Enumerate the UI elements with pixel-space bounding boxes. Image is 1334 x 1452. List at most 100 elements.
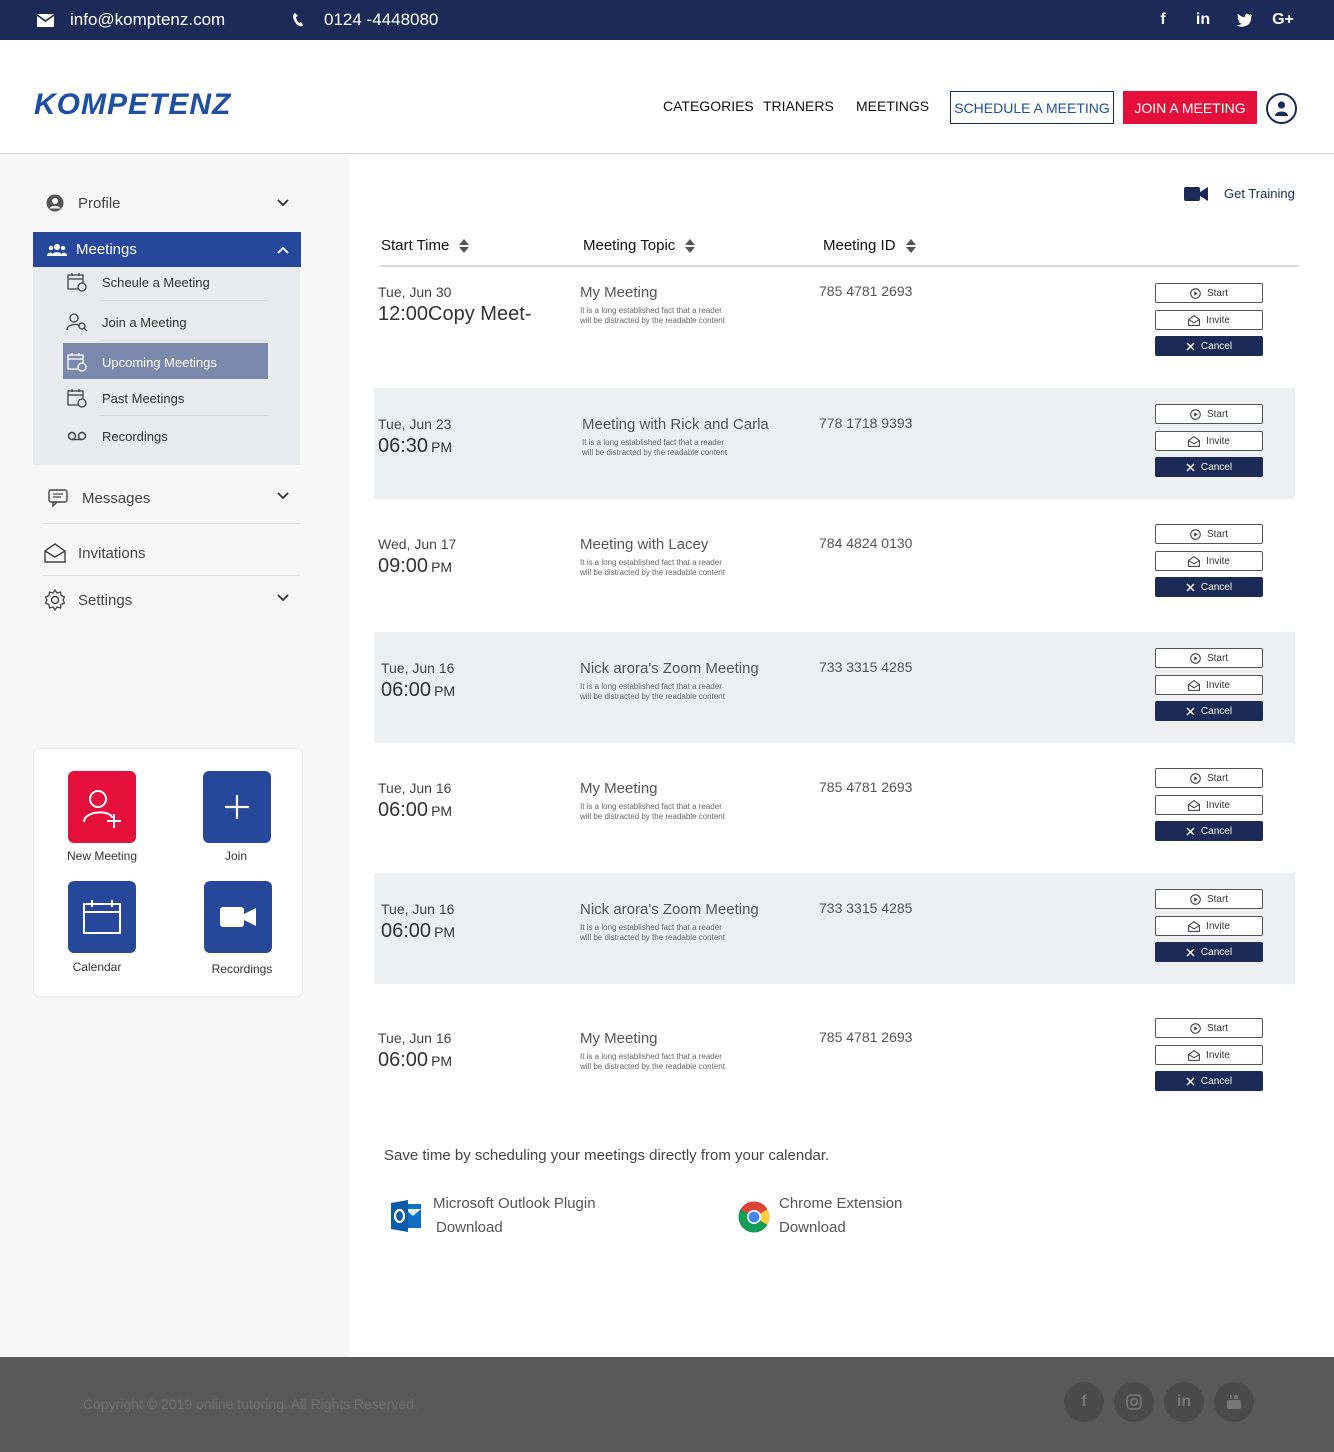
contact-email[interactable]: info@komptenz.com (36, 0, 225, 40)
start-button[interactable]: Start (1155, 889, 1263, 909)
column-header-meeting-id[interactable]: Meeting ID (823, 237, 916, 254)
mail-icon (36, 11, 54, 29)
nav-trainers[interactable]: TRIANERS (763, 98, 834, 114)
column-header-start-time[interactable]: Start Time (381, 237, 470, 254)
linkedin-icon[interactable]: in (1164, 1382, 1204, 1422)
join-label: Join (224, 849, 247, 863)
sidebar-divider (43, 575, 300, 576)
submenu-join-meeting[interactable]: Join a Meeting (66, 311, 187, 333)
calendar-tile[interactable] (68, 881, 136, 953)
sidebar-item-profile[interactable]: Profile (44, 192, 121, 214)
sort-icon[interactable] (459, 238, 470, 253)
cancel-button[interactable]: Cancel (1155, 577, 1263, 597)
cancel-button[interactable]: Cancel (1155, 457, 1263, 477)
start-button[interactable]: Start (1155, 768, 1263, 788)
youtube-icon[interactable] (1214, 1382, 1254, 1422)
google-plus-icon[interactable]: G+ (1272, 9, 1294, 31)
phone-icon (290, 11, 308, 29)
site-logo[interactable]: KOMPETENZ (34, 88, 231, 122)
new-meeting-tile[interactable] (68, 771, 136, 843)
close-icon (1186, 342, 1195, 351)
chrome-download-link[interactable]: Download (779, 1216, 902, 1240)
get-training-link[interactable]: Get Training (1184, 186, 1295, 201)
meeting-topic[interactable]: Meeting with Lacey (580, 536, 708, 553)
invite-button-label: Invite (1206, 555, 1230, 567)
join-meeting-button[interactable]: JOIN A MEETING (1123, 91, 1257, 124)
envelope-open-icon (44, 542, 66, 564)
chevron-up-icon[interactable] (276, 243, 290, 257)
meeting-time-meridiem: PM (434, 924, 456, 940)
facebook-icon[interactable]: f (1064, 1382, 1104, 1422)
nav-categories[interactable]: CATEGORIES (663, 98, 754, 114)
invite-button[interactable]: Invite (1155, 795, 1263, 815)
linkedin-icon[interactable]: in (1192, 9, 1214, 31)
submenu-label: Scheule a Meeting (102, 274, 210, 290)
chevron-down-icon[interactable] (276, 196, 290, 210)
meeting-topic[interactable]: My Meeting (580, 1030, 658, 1047)
meeting-topic[interactable]: My Meeting (580, 780, 658, 797)
sort-icon[interactable] (685, 238, 696, 253)
cancel-button[interactable]: Cancel (1155, 701, 1263, 721)
invite-button[interactable]: Invite (1155, 1045, 1263, 1065)
calendar-clock-icon (66, 387, 88, 409)
sidebar-divider (43, 523, 300, 524)
cancel-button[interactable]: Cancel (1155, 336, 1263, 356)
start-button[interactable]: Start (1155, 524, 1263, 544)
sidebar-item-meetings[interactable]: Meetings (33, 232, 301, 267)
contact-phone[interactable]: 0124 -4448080 (290, 0, 438, 40)
outlook-download-link[interactable]: Download (436, 1216, 596, 1240)
user-account-icon[interactable] (1266, 93, 1297, 124)
sidebar-item-invitations[interactable]: Invitations (44, 542, 146, 564)
cancel-button[interactable]: Cancel (1155, 821, 1263, 841)
start-button[interactable]: Start (1155, 283, 1263, 303)
meeting-topic[interactable]: Nick arora's Zoom Meeting (580, 660, 759, 677)
meeting-time: 06:00 PM (381, 920, 455, 943)
column-header-topic[interactable]: Meeting Topic (583, 237, 696, 254)
meeting-date: Tue, Jun 16 (381, 660, 455, 676)
chevron-down-icon[interactable] (276, 591, 290, 605)
envelope-icon (1188, 314, 1200, 326)
sidebar-item-messages[interactable]: Messages (48, 487, 150, 509)
description-line: It is a long established fact that a rea… (580, 923, 722, 932)
gear-icon (44, 589, 66, 611)
add-user-icon (83, 790, 121, 828)
start-button[interactable]: Start (1155, 404, 1263, 424)
invite-button-label: Invite (1206, 799, 1230, 811)
invite-button[interactable]: Invite (1155, 310, 1263, 330)
invite-button[interactable]: Invite (1155, 675, 1263, 695)
chrome-icon[interactable] (738, 1201, 770, 1233)
invite-button[interactable]: Invite (1155, 916, 1263, 936)
close-icon (1186, 707, 1195, 716)
meeting-topic[interactable]: Meeting with Rick and Carla (582, 416, 769, 433)
envelope-icon (1188, 435, 1200, 447)
join-tile[interactable] (203, 771, 271, 843)
meeting-topic[interactable]: Nick arora's Zoom Meeting (580, 901, 759, 918)
close-icon (1186, 463, 1195, 472)
invite-button[interactable]: Invite (1155, 431, 1263, 451)
recordings-tile[interactable] (204, 881, 272, 953)
schedule-meeting-button[interactable]: SCHEDULE A MEETING (950, 91, 1114, 124)
outlook-icon[interactable] (391, 1199, 423, 1233)
meeting-topic[interactable]: My Meeting (580, 284, 658, 301)
meeting-description: It is a long established fact that a rea… (580, 802, 770, 822)
submenu-schedule-meeting[interactable]: Scheule a Meeting (66, 271, 210, 293)
twitter-icon[interactable] (1232, 9, 1254, 31)
start-button-label: Start (1206, 652, 1229, 664)
meeting-id: 733 3315 4285 (819, 900, 913, 916)
instagram-icon[interactable] (1114, 1382, 1154, 1422)
submenu-upcoming-meetings[interactable]: Upcoming Meetings (66, 351, 217, 373)
cancel-button[interactable]: Cancel (1155, 942, 1263, 962)
description-line: will be distracted by the readable conte… (580, 568, 725, 577)
chevron-down-icon[interactable] (276, 489, 290, 503)
sidebar-label-profile: Profile (78, 194, 121, 212)
submenu-past-meetings[interactable]: Past Meetings (66, 387, 184, 409)
nav-meetings[interactable]: MEETINGS (856, 98, 929, 114)
submenu-recordings[interactable]: Recordings (66, 425, 168, 447)
start-button[interactable]: Start (1155, 1018, 1263, 1038)
sort-icon[interactable] (905, 238, 916, 253)
sidebar-item-settings[interactable]: Settings (44, 589, 132, 611)
start-button[interactable]: Start (1155, 648, 1263, 668)
facebook-icon[interactable]: f (1152, 9, 1174, 31)
invite-button[interactable]: Invite (1155, 551, 1263, 571)
cancel-button[interactable]: Cancel (1155, 1071, 1263, 1091)
